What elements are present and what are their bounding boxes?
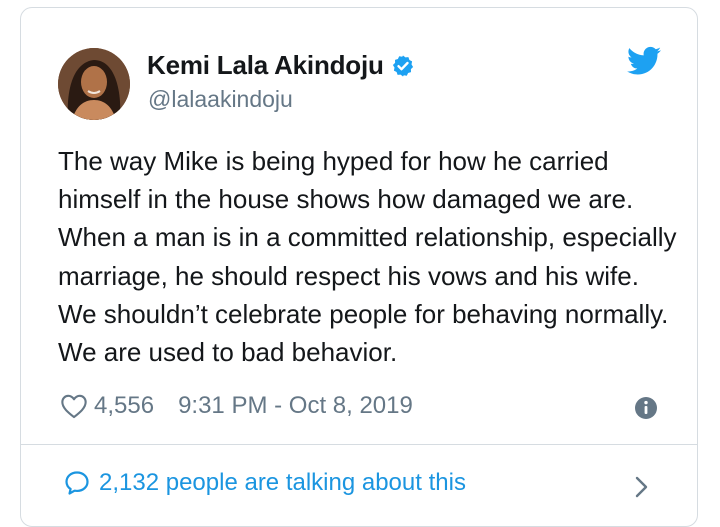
chevron-right-icon[interactable] (633, 474, 651, 500)
author-name-row[interactable]: Kemi Lala Akindoju (147, 50, 415, 81)
display-name[interactable]: Kemi Lala Akindoju (147, 50, 384, 81)
user-handle[interactable]: @lalaakindoju (148, 86, 293, 113)
divider (21, 444, 697, 445)
conversation-count-label[interactable]: 2,132 people are talking about this (99, 469, 466, 497)
tweet-text: The way Mike is being hyped for how he c… (58, 146, 677, 368)
verified-badge-icon (391, 54, 415, 78)
tweet-card[interactable]: Kemi Lala Akindoju @lalaakindoju The way… (20, 7, 698, 527)
avatar-portrait (58, 48, 130, 120)
speech-bubble-icon (63, 469, 91, 497)
twitter-bird-icon[interactable] (627, 46, 661, 76)
conversation-link[interactable]: 2,132 people are talking about this (63, 469, 466, 497)
tweet-meta: 4,556 9:31 PM - Oct 8, 2019 (60, 392, 413, 420)
info-icon[interactable] (634, 396, 658, 420)
avatar[interactable] (58, 48, 130, 120)
tweet-timestamp[interactable]: 9:31 PM - Oct 8, 2019 (178, 392, 413, 420)
like-count[interactable]: 4,556 (94, 392, 154, 420)
heart-icon[interactable] (60, 393, 88, 419)
